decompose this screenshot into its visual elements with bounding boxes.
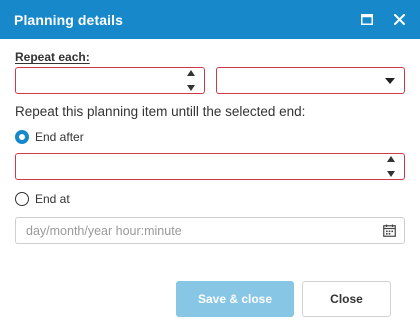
end-after-radio[interactable] — [15, 130, 29, 144]
end-at-radio[interactable] — [15, 192, 29, 206]
close-button[interactable]: Close — [302, 281, 391, 317]
repeat-each-row — [15, 67, 405, 94]
end-at-option[interactable]: End at — [15, 189, 405, 209]
maximize-icon[interactable] — [360, 13, 374, 27]
end-after-spinner — [386, 156, 396, 177]
dialog-titlebar: Planning details — [0, 0, 420, 39]
spin-down-icon[interactable] — [387, 171, 395, 177]
spin-up-icon[interactable] — [187, 70, 195, 76]
spin-up-icon[interactable] — [387, 156, 395, 162]
repeat-count-spinner — [186, 70, 196, 91]
titlebar-actions — [360, 13, 406, 27]
end-at-datetime-input[interactable]: day/month/year hour:minute — [15, 217, 405, 244]
planning-details-dialog: Planning details Repeat each: Repeat thi… — [0, 0, 420, 330]
dialog-content: Repeat each: Repeat this planning item u… — [15, 50, 405, 244]
repeat-count-stepper[interactable] — [15, 67, 205, 94]
repeat-unit-select[interactable] — [216, 67, 405, 94]
dialog-title: Planning details — [14, 11, 123, 28]
chevron-down-icon — [385, 78, 395, 84]
save-and-close-button[interactable]: Save & close — [176, 281, 294, 317]
end-after-option[interactable]: End after — [15, 127, 405, 147]
end-after-stepper[interactable] — [15, 153, 405, 180]
repeat-each-label: Repeat each: — [15, 50, 90, 64]
spin-down-icon[interactable] — [187, 85, 195, 91]
end-at-label: End at — [35, 192, 70, 206]
dialog-buttons: Save & close Close — [176, 281, 391, 317]
close-icon[interactable] — [392, 13, 406, 27]
end-at-placeholder: day/month/year hour:minute — [26, 224, 182, 238]
calendar-icon[interactable] — [383, 224, 396, 242]
repeat-end-instruction: Repeat this planning item untill the sel… — [15, 104, 306, 119]
end-after-label: End after — [35, 130, 84, 144]
